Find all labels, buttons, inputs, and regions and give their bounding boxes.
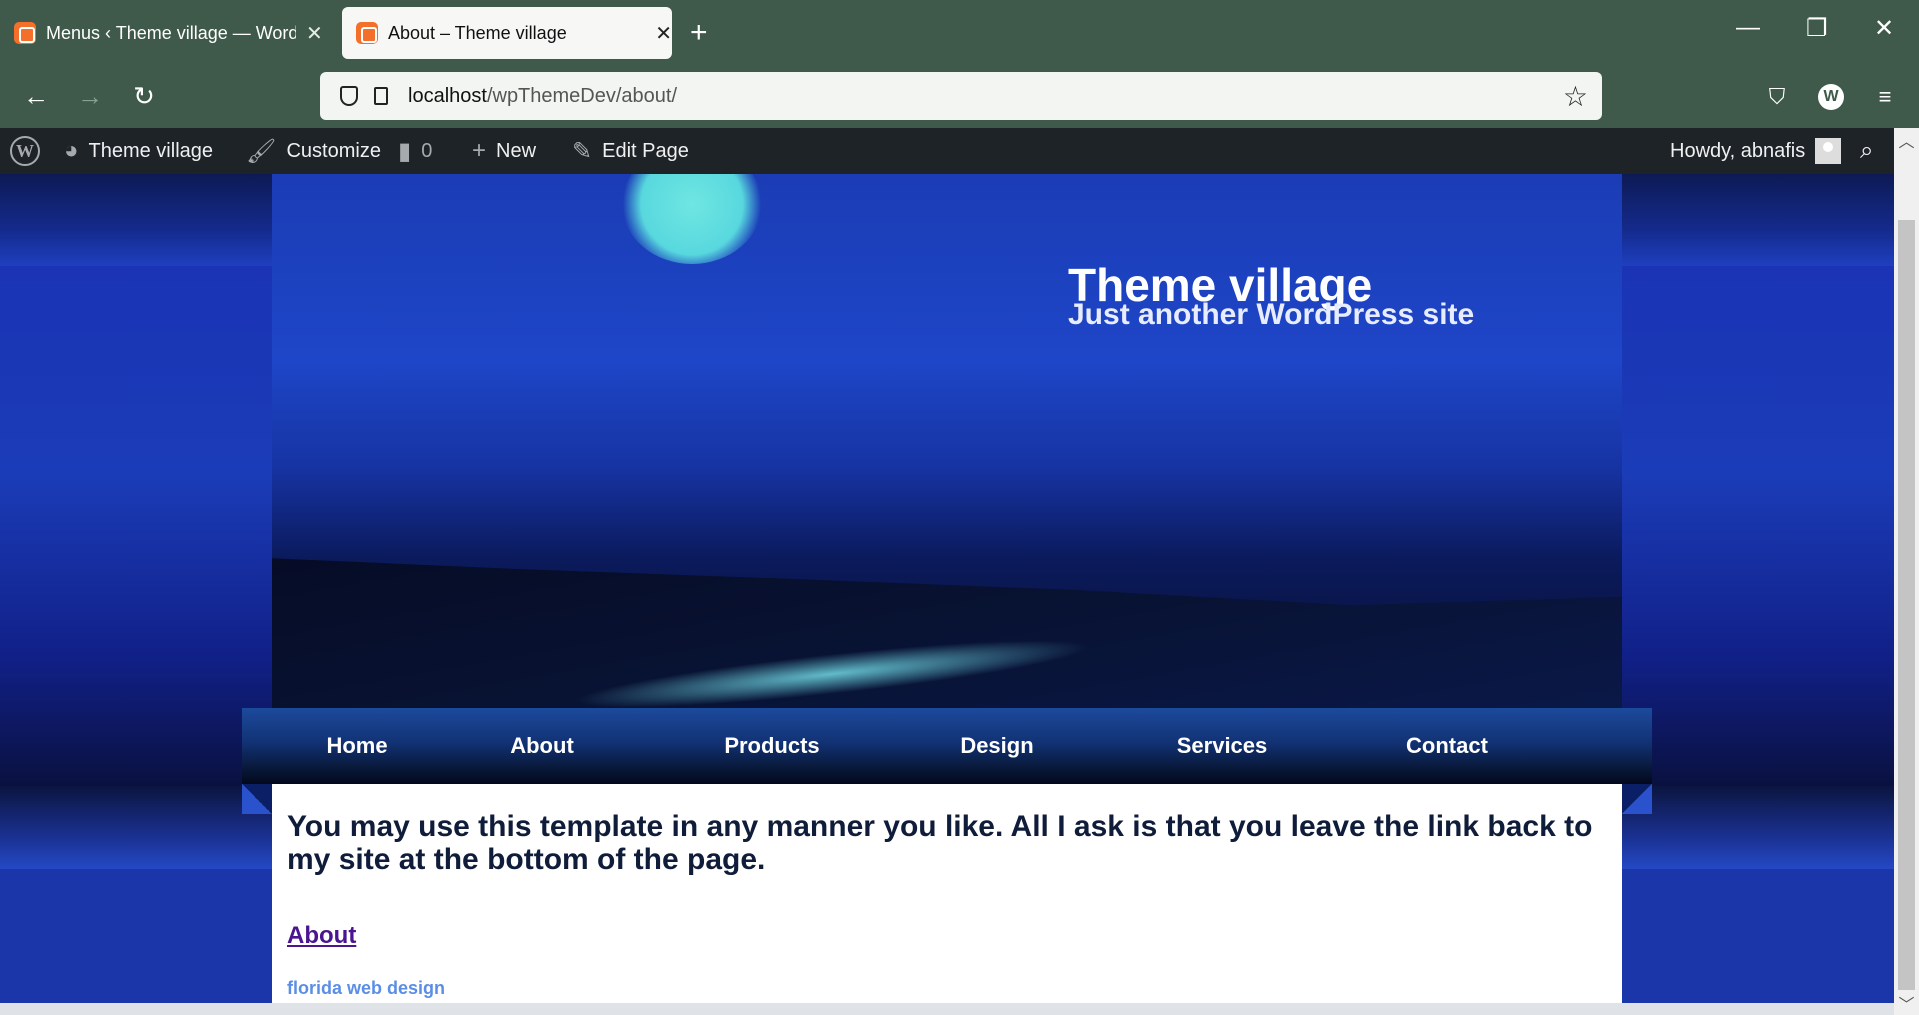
xampp-icon bbox=[14, 22, 36, 44]
brush-icon: 🖌 bbox=[246, 137, 277, 165]
tab-bar: Menus ‹ Theme village — WordPress ✕ Abou… bbox=[0, 0, 1919, 66]
site-header: Theme village Just another WordPress sit… bbox=[272, 174, 1622, 708]
new-tab-icon[interactable]: + bbox=[690, 16, 708, 50]
dashboard-icon: ◕ bbox=[64, 137, 79, 164]
plus-icon: + bbox=[472, 137, 487, 164]
user-account-link[interactable]: Howdy, abnafis bbox=[1670, 128, 1842, 174]
shield-icon[interactable] bbox=[340, 86, 358, 106]
bookmark-star-icon[interactable]: ☆ bbox=[1563, 80, 1588, 113]
tab-about[interactable]: About – Theme village ✕ bbox=[342, 7, 672, 59]
search-icon[interactable]: ⌕ bbox=[1860, 128, 1873, 174]
content-area: You may use this template in any manner … bbox=[272, 784, 1622, 1015]
window-close-icon[interactable]: ✕ bbox=[1874, 14, 1894, 43]
close-icon[interactable]: ✕ bbox=[655, 21, 672, 46]
url-text[interactable]: localhost/wpThemeDev/about/ bbox=[408, 85, 677, 108]
reload-icon[interactable]: ↻ bbox=[124, 76, 164, 116]
credit-link[interactable]: florida web design bbox=[287, 978, 1607, 999]
menu-item-home[interactable]: Home bbox=[302, 708, 412, 784]
menu-icon[interactable]: ≡ bbox=[1868, 80, 1902, 114]
pencil-icon: ✎ bbox=[572, 137, 593, 165]
moon-image bbox=[622, 174, 762, 264]
forward-icon[interactable]: → bbox=[70, 76, 110, 116]
menu-item-about[interactable]: About bbox=[482, 708, 602, 784]
site-name-link[interactable]: ◕ Theme village bbox=[64, 128, 213, 174]
nav-bar: ← → ↻ localhost/wpThemeDev/about/ ☆ ⛉ W … bbox=[0, 66, 1919, 128]
minimize-icon[interactable]: — bbox=[1736, 14, 1760, 42]
page-info-icon[interactable] bbox=[374, 87, 388, 105]
site-tagline: Just another WordPress site bbox=[1068, 298, 1475, 331]
address-bar[interactable]: localhost/wpThemeDev/about/ ☆ bbox=[320, 72, 1602, 120]
menu-fold-right bbox=[1622, 784, 1652, 814]
menu-item-products[interactable]: Products bbox=[702, 708, 842, 784]
vertical-scrollbar[interactable]: ︿ ﹀ bbox=[1894, 128, 1919, 1015]
xampp-icon bbox=[356, 22, 378, 44]
menu-fold-left bbox=[242, 784, 272, 814]
back-icon[interactable]: ← bbox=[16, 76, 56, 116]
edit-page-link[interactable]: ✎ Edit Page bbox=[572, 128, 689, 174]
tab-menus[interactable]: Menus ‹ Theme village — WordPress ✕ bbox=[0, 7, 330, 59]
customize-link[interactable]: 🖌 Customize bbox=[246, 128, 381, 174]
pocket-icon[interactable]: ⛉ bbox=[1760, 80, 1794, 114]
tab-title: About – Theme village bbox=[387, 22, 567, 43]
main-menu: Home About Products Design Services Cont… bbox=[242, 708, 1652, 784]
menu-item-services[interactable]: Services bbox=[1152, 708, 1292, 784]
comments-link[interactable]: ▮ 0 bbox=[398, 128, 432, 174]
wp-admin-bar: W ◕ Theme village 🖌 Customize ▮ 0 + New … bbox=[0, 128, 1919, 174]
intro-text: You may use this template in any manner … bbox=[287, 810, 1593, 876]
menu-item-contact[interactable]: Contact bbox=[1377, 708, 1517, 784]
menu-item-design[interactable]: Design bbox=[932, 708, 1062, 784]
avatar bbox=[1815, 138, 1842, 164]
horizontal-scrollbar[interactable] bbox=[0, 1003, 1894, 1015]
scroll-thumb[interactable] bbox=[1898, 220, 1915, 990]
scroll-down-icon[interactable]: ﹀ bbox=[1894, 991, 1919, 1015]
post-title-link[interactable]: About bbox=[287, 922, 356, 950]
tab-title: Menus ‹ Theme village — WordPress bbox=[46, 22, 296, 43]
scroll-up-icon[interactable]: ︿ bbox=[1894, 128, 1919, 152]
new-content-link[interactable]: + New bbox=[472, 128, 536, 174]
account-icon[interactable]: W bbox=[1818, 84, 1844, 110]
wordpress-logo-icon[interactable]: W bbox=[10, 128, 40, 174]
restore-icon[interactable]: ❐ bbox=[1806, 14, 1828, 43]
page-viewport: Theme village Just another WordPress sit… bbox=[0, 174, 1894, 1015]
comment-icon: ▮ bbox=[398, 137, 412, 165]
close-icon[interactable]: ✕ bbox=[306, 21, 323, 46]
